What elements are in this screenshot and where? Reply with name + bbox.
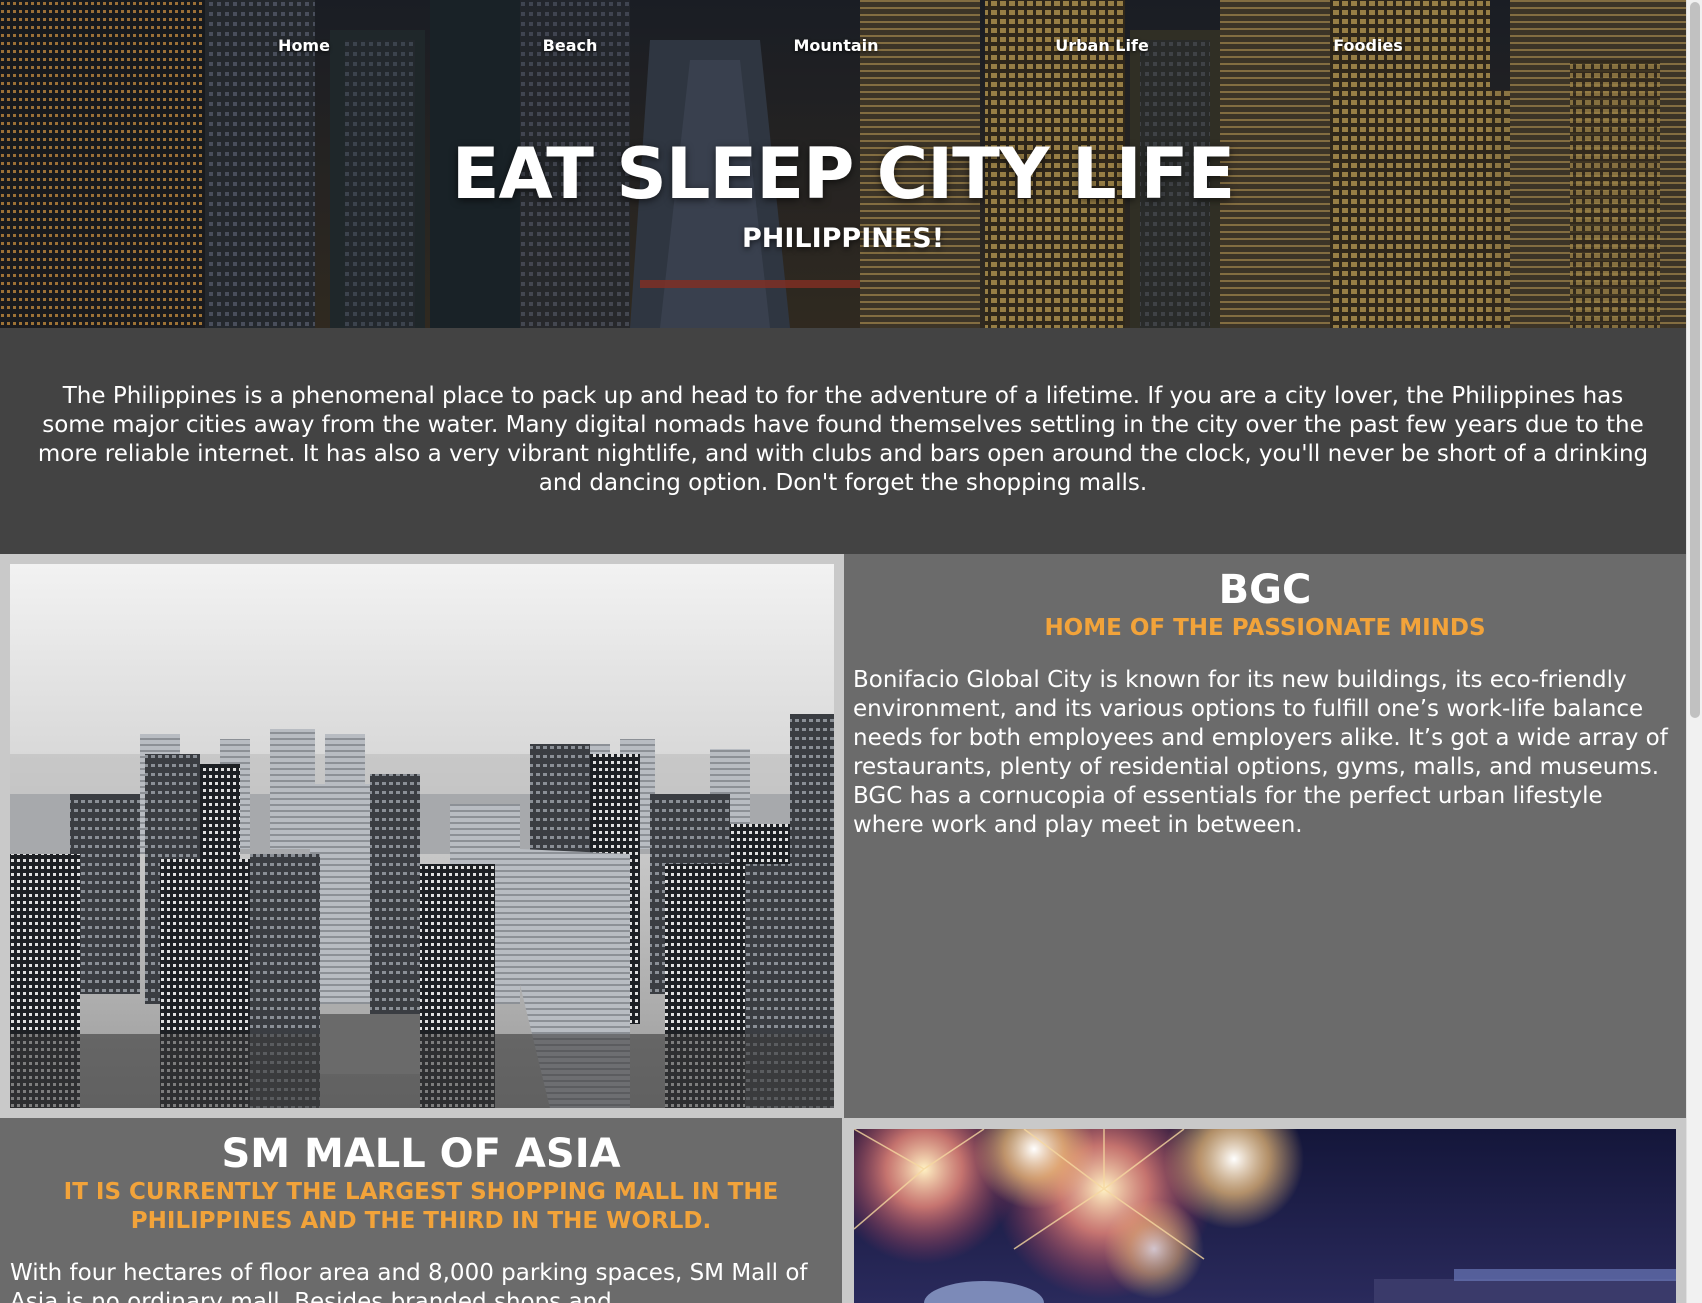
sm-mall-title: SM MALL OF ASIA — [221, 1131, 621, 1177]
nav-mountain[interactable]: Mountain — [793, 36, 878, 55]
nav-urban-life[interactable]: Urban Life — [1055, 36, 1149, 55]
hero-subtitle: PHILIPPINES! — [741, 223, 945, 254]
bgc-tagline: HOME OF THE PASSIONATE MINDS — [1044, 615, 1486, 641]
intro-text: The Philippines is a phenomenal place to… — [37, 383, 1649, 496]
bgc-description: Bonifacio Global City is known for its n… — [853, 667, 1668, 838]
nav-home[interactable]: Home — [278, 36, 330, 55]
bgc-skyline-image — [10, 564, 834, 1108]
scrollbar-thumb[interactable] — [1690, 2, 1700, 718]
page-scrollbar[interactable] — [1686, 0, 1702, 1303]
sm-mall-description: With four hectares of floor area and 8,0… — [10, 1260, 808, 1303]
hero-banner: Home Beach Mountain Urban Life Foodies E… — [0, 0, 1686, 328]
sm-mall-section: SM MALL OF ASIA IT IS CURRENTLY THE LARG… — [0, 1118, 842, 1303]
fireworks-image — [854, 1129, 1676, 1303]
hero-title: EAT SLEEP CITY LIFE — [451, 133, 1236, 215]
bgc-photo — [10, 564, 834, 1108]
intro-section: The Philippines is a phenomenal place to… — [0, 328, 1686, 554]
nav-beach[interactable]: Beach — [543, 36, 598, 55]
bgc-section: BGC HOME OF THE PASSIONATE MINDS Bonifac… — [844, 554, 1686, 1118]
sm-mall-tagline: IT IS CURRENTLY THE LARGEST SHOPPING MAL… — [63, 1179, 779, 1234]
sm-mall-photo — [854, 1129, 1676, 1303]
main-nav: Home Beach Mountain Urban Life Foodies — [0, 36, 1686, 60]
bgc-title: BGC — [1218, 567, 1312, 613]
nav-foodies[interactable]: Foodies — [1333, 36, 1403, 55]
